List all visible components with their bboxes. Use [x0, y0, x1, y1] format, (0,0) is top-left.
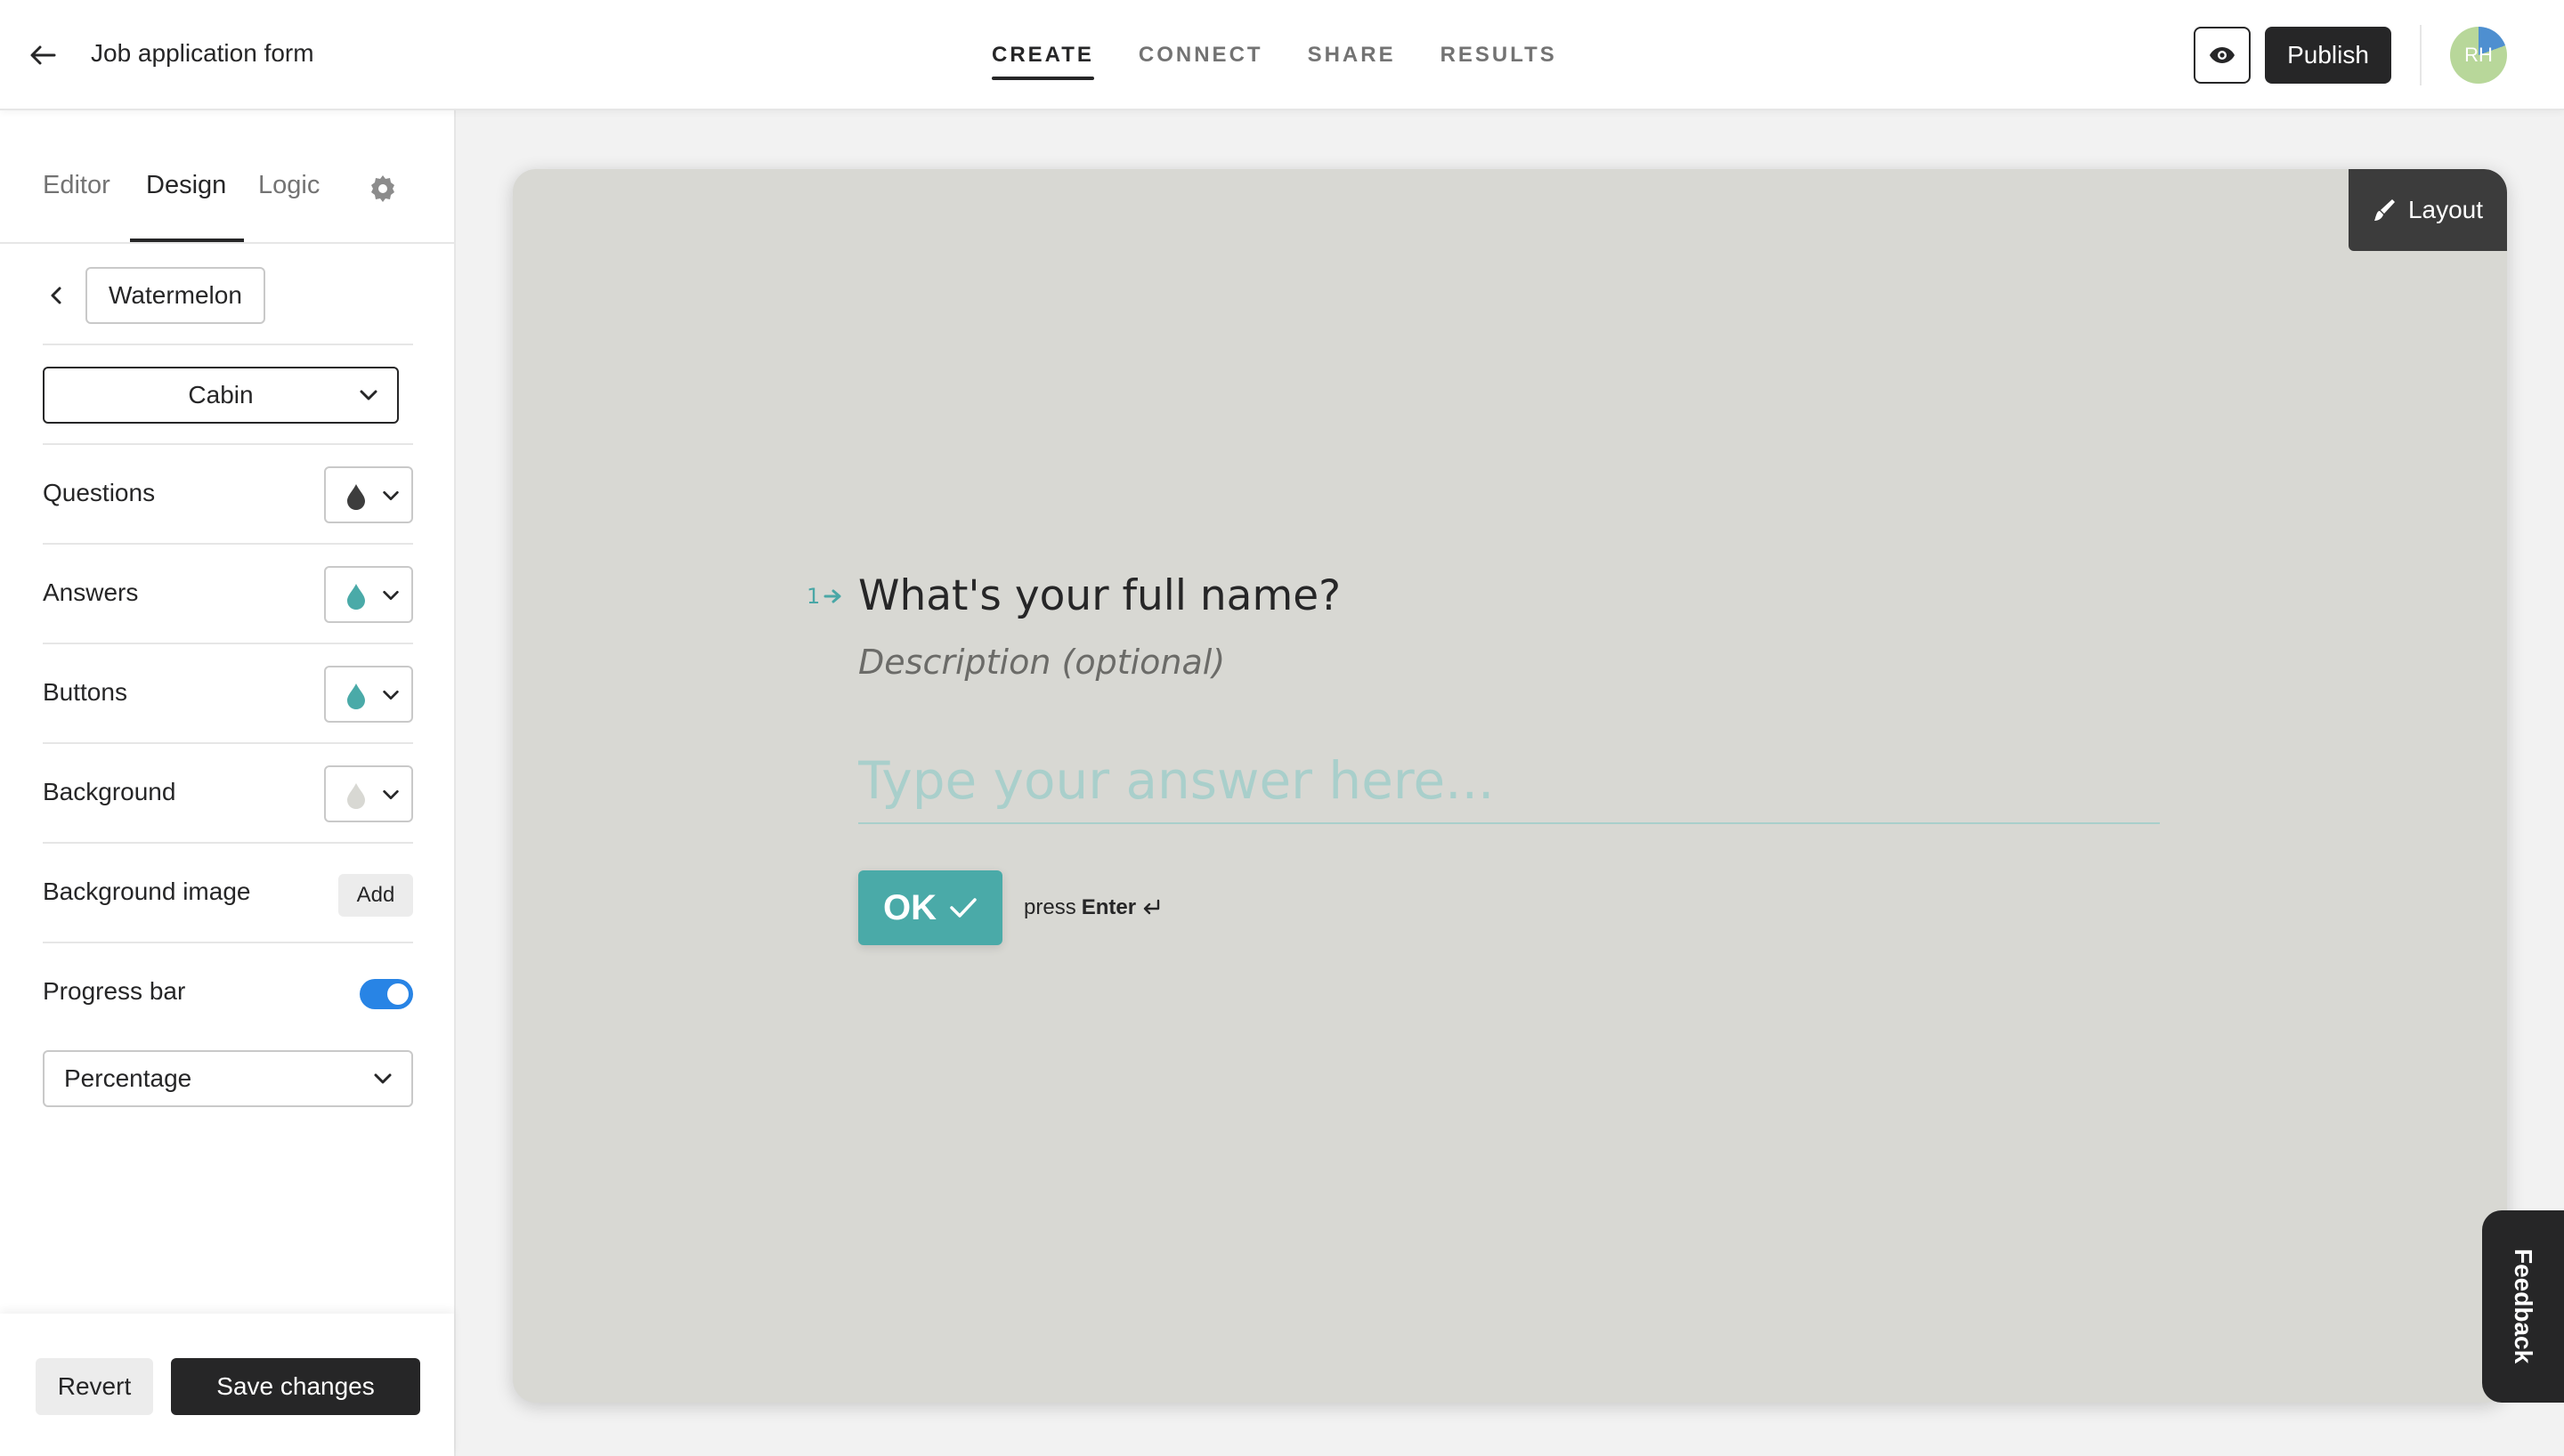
setting-label: Buttons	[43, 678, 127, 706]
arrow-right-icon	[824, 589, 841, 603]
gear-icon[interactable]	[365, 171, 401, 206]
progress-bar-toggle[interactable]	[360, 979, 413, 1009]
setting-label: Questions	[43, 479, 156, 506]
add-background-image-button[interactable]: Add	[338, 874, 413, 917]
color-drop-icon	[347, 684, 365, 709]
setting-label: Progress bar	[43, 977, 186, 1005]
publish-button[interactable]: Publish	[2265, 27, 2391, 84]
tab-share[interactable]: SHARE	[1308, 0, 1396, 110]
avatar[interactable]: RH	[2450, 27, 2507, 84]
press-label: press	[1024, 895, 1076, 919]
tab-results[interactable]: RESULTS	[1440, 0, 1557, 110]
setting-row-background: Background	[43, 744, 413, 844]
divider	[2420, 25, 2422, 85]
preview-button[interactable]	[2194, 27, 2251, 84]
setting-label: Background image	[43, 878, 251, 905]
tab-create[interactable]: CREATE	[992, 0, 1094, 110]
font-select-value: Cabin	[188, 381, 254, 408]
setting-label: Answers	[43, 578, 139, 606]
setting-label: Background	[43, 778, 176, 805]
feedback-tab[interactable]: Feedback	[2482, 1210, 2564, 1403]
panel-footer: Revert Save changes	[0, 1314, 454, 1456]
color-drop-icon	[347, 584, 365, 610]
active-tab-indicator	[130, 239, 244, 242]
save-changes-button[interactable]: Save changes	[171, 1358, 420, 1415]
layout-button[interactable]: Layout	[2349, 169, 2507, 251]
question-title[interactable]: What's your full name?	[858, 571, 1341, 620]
chevron-down-icon	[383, 690, 399, 700]
design-panel: Editor Design Logic Watermelon Cabin Que…	[0, 110, 456, 1456]
chevron-left-icon[interactable]	[43, 276, 69, 315]
ok-label: OK	[883, 887, 937, 927]
setting-row-answers: Answers	[43, 545, 413, 644]
chevron-down-icon	[374, 1073, 392, 1084]
top-nav-tabs: CREATE CONNECT SHARE RESULTS	[992, 0, 1557, 110]
panel-tabs: Editor Design Logic	[0, 110, 456, 244]
questions-color-picker[interactable]	[324, 466, 413, 523]
form-preview-canvas: Layout 1 What's your full name? Descript…	[513, 169, 2507, 1403]
layout-label: Layout	[2407, 196, 2484, 223]
top-bar: Job application form CREATE CONNECT SHAR…	[0, 0, 2564, 110]
font-row: Cabin	[43, 345, 413, 445]
background-color-picker[interactable]	[324, 765, 413, 822]
color-drop-icon	[347, 783, 365, 809]
enter-label: Enter	[1081, 895, 1137, 919]
theme-row: Watermelon	[43, 246, 413, 345]
theme-name-field[interactable]: Watermelon	[85, 267, 265, 324]
buttons-color-picker[interactable]	[324, 666, 413, 723]
tab-logic[interactable]: Logic	[258, 171, 320, 200]
setting-row-questions: Questions	[43, 445, 413, 545]
form-title: Job application form	[91, 39, 314, 67]
chevron-down-icon	[383, 590, 399, 601]
feedback-label: Feedback	[2510, 1249, 2537, 1364]
progress-type-value: Percentage	[64, 1064, 192, 1092]
font-select[interactable]: Cabin	[43, 367, 399, 424]
enter-key-icon	[1143, 899, 1160, 915]
chevron-down-icon	[383, 789, 399, 800]
color-drop-icon	[347, 484, 365, 510]
chevron-down-icon	[360, 390, 377, 400]
tab-editor[interactable]: Editor	[43, 171, 110, 200]
answer-input[interactable]	[858, 739, 2160, 824]
chevron-down-icon	[383, 490, 399, 501]
answers-color-picker[interactable]	[324, 566, 413, 623]
ok-button[interactable]: OK	[858, 870, 1002, 945]
question-description[interactable]: Description (optional)	[858, 643, 1225, 682]
back-arrow-icon[interactable]	[23, 36, 62, 75]
tab-connect[interactable]: CONNECT	[1139, 0, 1263, 110]
question-number: 1	[807, 584, 843, 609]
setting-row-background-image: Background image Add	[43, 844, 413, 943]
tab-design[interactable]: Design	[146, 171, 226, 200]
setting-row-buttons: Buttons	[43, 644, 413, 744]
eye-icon	[2210, 47, 2235, 63]
question-number-label: 1	[807, 584, 821, 609]
progress-type-select[interactable]: Percentage	[43, 1050, 413, 1107]
brush-icon	[2373, 199, 2395, 221]
check-icon	[950, 898, 977, 918]
revert-button[interactable]: Revert	[36, 1358, 153, 1415]
setting-row-progress-bar: Progress bar	[43, 943, 413, 1043]
press-enter-hint: press Enter	[1024, 895, 1161, 920]
